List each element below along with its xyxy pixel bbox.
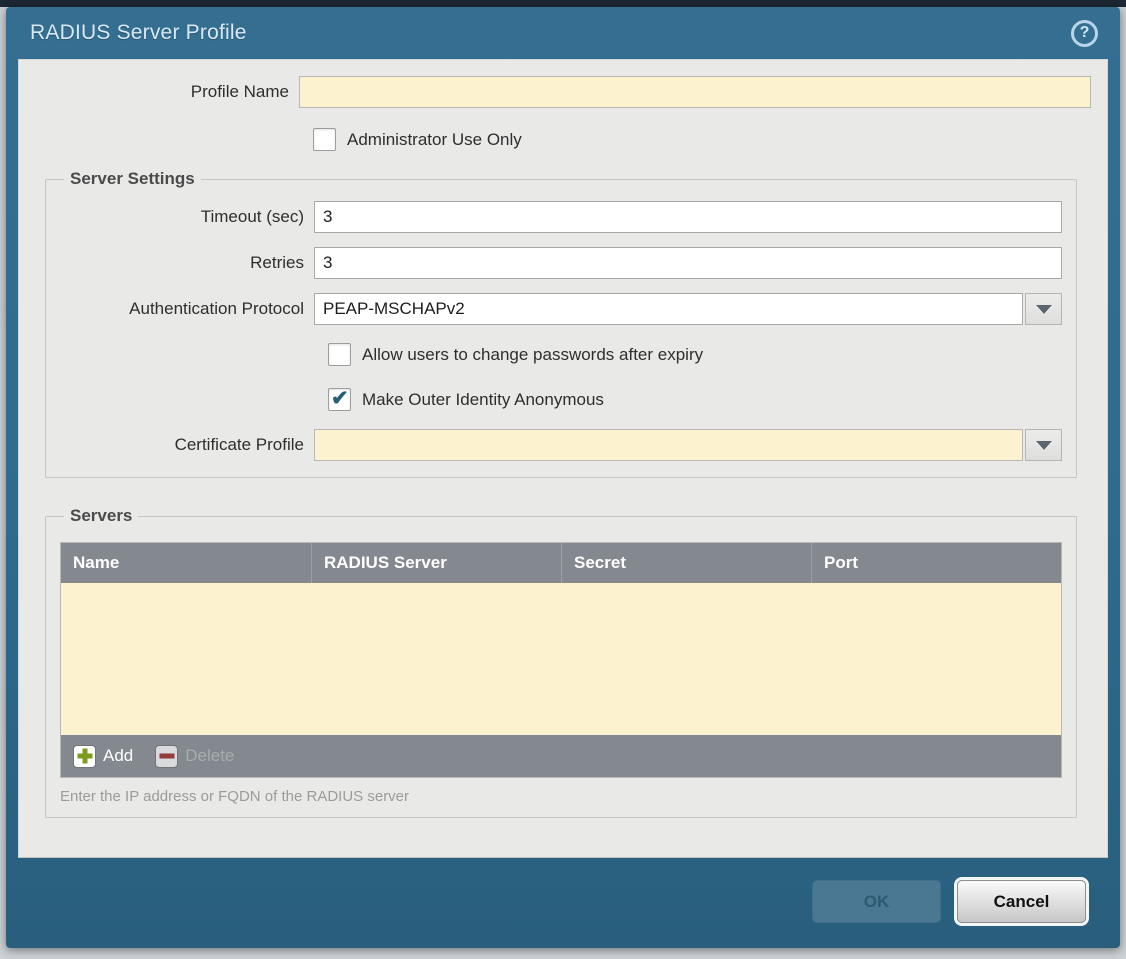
allow-password-change-checkbox[interactable]: Allow users to change passwords after ex… bbox=[328, 343, 1062, 366]
profile-name-label: Profile Name bbox=[31, 82, 299, 102]
delete-button[interactable]: Delete bbox=[155, 745, 234, 768]
certificate-profile-label: Certificate Profile bbox=[60, 435, 314, 455]
retries-row: Retries bbox=[60, 247, 1062, 279]
dialog-content: Profile Name Administrator Use Only Serv… bbox=[18, 59, 1108, 858]
certificate-profile-row: Certificate Profile bbox=[60, 429, 1062, 461]
page-title: RADIUS Server Profile bbox=[30, 21, 1071, 45]
retries-input[interactable] bbox=[314, 247, 1062, 279]
chevron-down-icon bbox=[1036, 441, 1052, 450]
servers-fieldset: Servers Name RADIUS Server Secret Port A… bbox=[45, 506, 1077, 818]
delete-button-label: Delete bbox=[185, 746, 234, 766]
column-header-radius-server[interactable]: RADIUS Server bbox=[311, 543, 561, 583]
ok-button[interactable]: OK bbox=[812, 880, 941, 923]
help-icon[interactable] bbox=[1071, 20, 1098, 47]
servers-table-toolbar: Add Delete bbox=[61, 735, 1061, 777]
outer-identity-label: Make Outer Identity Anonymous bbox=[362, 390, 604, 410]
admin-use-only-checkbox[interactable]: Administrator Use Only bbox=[313, 128, 1091, 151]
retries-label: Retries bbox=[60, 253, 314, 273]
timeout-row: Timeout (sec) bbox=[60, 201, 1062, 233]
profile-name-input[interactable] bbox=[299, 76, 1091, 108]
dialog-footer: OK Cancel bbox=[6, 858, 1120, 948]
checkbox-icon[interactable] bbox=[328, 388, 351, 411]
server-hint-text: Enter the IP address or FQDN of the RADI… bbox=[60, 788, 1062, 805]
auth-protocol-dropdown-button[interactable] bbox=[1025, 293, 1062, 325]
window-top-edge bbox=[0, 0, 1126, 7]
add-button-label: Add bbox=[103, 746, 133, 766]
checkbox-icon[interactable] bbox=[313, 128, 336, 151]
column-header-name[interactable]: Name bbox=[61, 543, 311, 583]
cancel-button[interactable]: Cancel bbox=[957, 880, 1086, 923]
servers-legend: Servers bbox=[64, 506, 138, 526]
dialog-title-bar: RADIUS Server Profile bbox=[6, 7, 1120, 59]
certificate-profile-dropdown-button[interactable] bbox=[1025, 429, 1062, 461]
servers-table-body bbox=[61, 583, 1061, 735]
column-header-secret[interactable]: Secret bbox=[561, 543, 811, 583]
auth-protocol-label: Authentication Protocol bbox=[60, 299, 314, 319]
certificate-profile-input[interactable] bbox=[314, 429, 1023, 461]
auth-protocol-row: Authentication Protocol bbox=[60, 293, 1062, 325]
timeout-label: Timeout (sec) bbox=[60, 207, 314, 227]
checkbox-icon[interactable] bbox=[328, 343, 351, 366]
allow-password-change-label: Allow users to change passwords after ex… bbox=[362, 345, 703, 365]
profile-name-row: Profile Name bbox=[31, 76, 1091, 108]
column-header-port[interactable]: Port bbox=[811, 543, 1061, 583]
server-settings-fieldset: Server Settings Timeout (sec) Retries Au… bbox=[45, 169, 1077, 478]
add-button[interactable]: Add bbox=[73, 745, 133, 768]
server-settings-legend: Server Settings bbox=[64, 169, 201, 189]
add-icon bbox=[73, 745, 96, 768]
outer-identity-checkbox[interactable]: Make Outer Identity Anonymous bbox=[328, 388, 1062, 411]
radius-server-profile-dialog: RADIUS Server Profile Profile Name Admin… bbox=[6, 7, 1120, 948]
auth-protocol-input[interactable] bbox=[314, 293, 1023, 325]
minus-icon bbox=[155, 745, 178, 768]
servers-table: Name RADIUS Server Secret Port Add Delet… bbox=[60, 542, 1062, 778]
timeout-input[interactable] bbox=[314, 201, 1062, 233]
chevron-down-icon bbox=[1036, 305, 1052, 314]
servers-table-header: Name RADIUS Server Secret Port bbox=[61, 543, 1061, 583]
admin-use-only-label: Administrator Use Only bbox=[347, 130, 522, 150]
